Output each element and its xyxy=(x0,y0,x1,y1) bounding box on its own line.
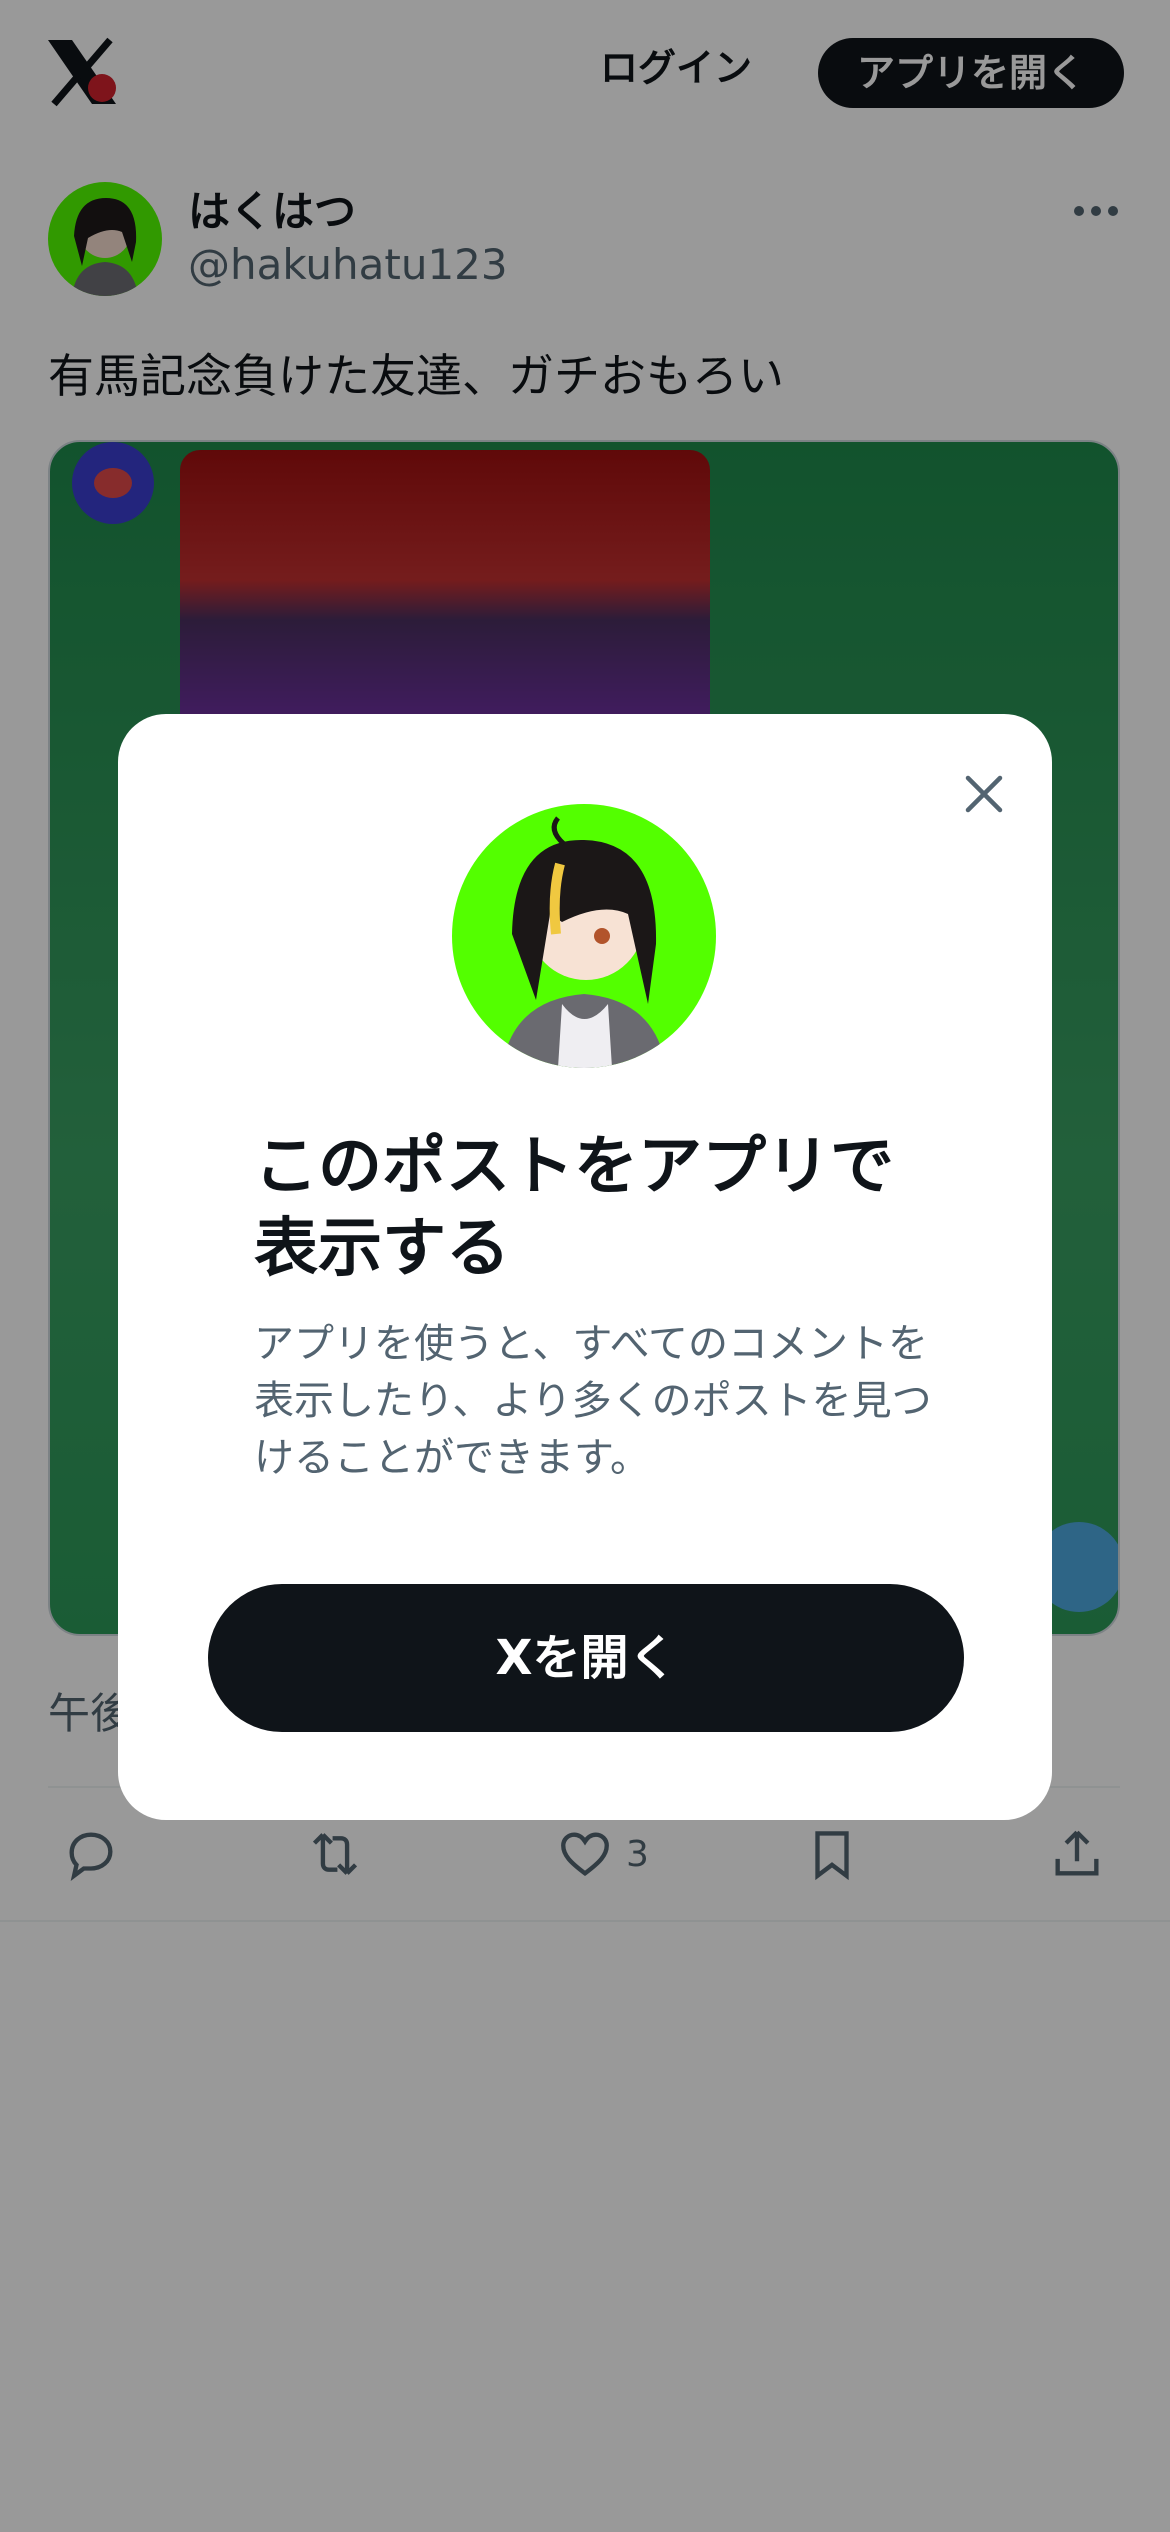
close-icon[interactable] xyxy=(954,764,1014,824)
author-avatar-large xyxy=(452,804,716,1068)
open-in-app-dialog: このポストをアプリで表示する アプリを使うと、すべてのコメントを表示したり、より… xyxy=(118,714,1052,1820)
dialog-description: アプリを使うと、すべてのコメントを表示したり、より多くのポストを見つけることがで… xyxy=(254,1321,932,1481)
dialog-title: このポストをアプリで表示する xyxy=(254,1130,894,1286)
open-x-button[interactable]: Xを開く xyxy=(208,1584,964,1732)
